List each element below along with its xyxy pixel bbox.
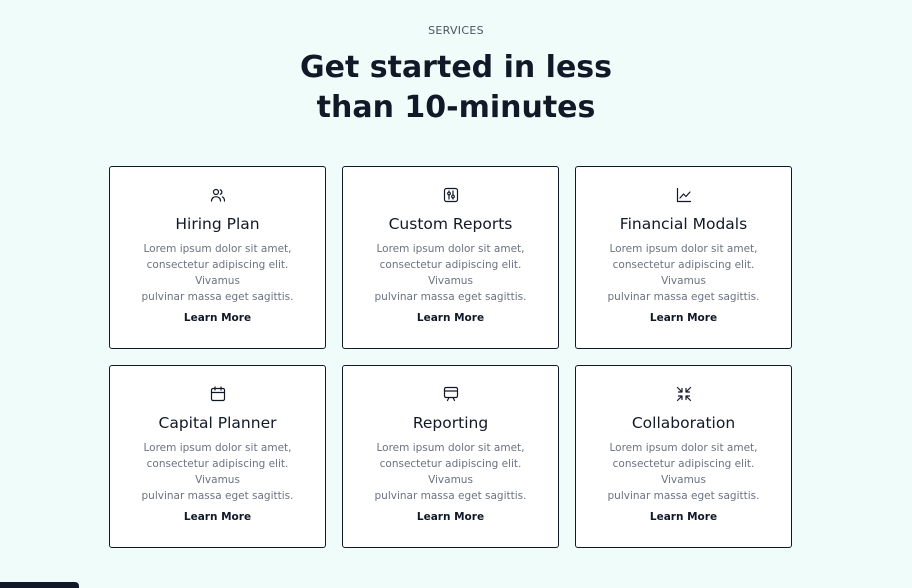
card-description-line: pulvinar massa eget sagittis. (374, 291, 527, 303)
card-title: Collaboration (631, 414, 736, 432)
card-description-line: consectetur adipiscing elit. Vivamus (146, 259, 289, 287)
card-title: Hiring Plan (175, 215, 260, 233)
sliders-icon (343, 187, 558, 203)
learn-more-link[interactable]: Learn More (110, 312, 325, 324)
service-card-hiring-plan: Hiring Plan Lorem ipsum dolor sit amet, … (109, 166, 326, 349)
card-description-line: consectetur adipiscing elit. Vivamus (146, 458, 289, 486)
services-grid: Hiring Plan Lorem ipsum dolor sit amet, … (109, 166, 792, 548)
presentation-icon (343, 386, 558, 402)
card-description-line: Lorem ipsum dolor sit amet, (609, 442, 758, 454)
card-title: Capital Planner (158, 414, 277, 432)
service-card-collaboration: Collaboration Lorem ipsum dolor sit amet… (575, 365, 792, 548)
card-description-line: consectetur adipiscing elit. Vivamus (612, 259, 755, 287)
card-description: Lorem ipsum dolor sit amet, consectetur … (594, 241, 773, 305)
section-title-line-2: than 10-minutes (316, 90, 596, 125)
bottom-toolbar-edge (0, 582, 79, 588)
card-description: Lorem ipsum dolor sit amet, consectetur … (361, 241, 540, 305)
card-description-line: Lorem ipsum dolor sit amet, (143, 442, 292, 454)
section-title: Get started in less than 10-minutes (0, 48, 912, 128)
section-title-line-1: Get started in less (299, 50, 613, 85)
card-description: Lorem ipsum dolor sit amet, consectetur … (594, 440, 773, 504)
service-card-reporting: Reporting Lorem ipsum dolor sit amet, co… (342, 365, 559, 548)
card-description-line: consectetur adipiscing elit. Vivamus (612, 458, 755, 486)
card-description-line: pulvinar massa eget sagittis. (141, 490, 294, 502)
card-description-line: pulvinar massa eget sagittis. (374, 490, 527, 502)
card-description-line: consectetur adipiscing elit. Vivamus (379, 259, 522, 287)
shrink-icon (576, 386, 791, 402)
card-title: Reporting (412, 414, 489, 432)
calendar-icon (110, 386, 325, 402)
card-description-line: Lorem ipsum dolor sit amet, (376, 442, 525, 454)
card-description-line: Lorem ipsum dolor sit amet, (609, 243, 758, 255)
learn-more-link[interactable]: Learn More (343, 312, 558, 324)
card-description-line: Lorem ipsum dolor sit amet, (143, 243, 292, 255)
card-title: Custom Reports (388, 215, 513, 233)
section-eyebrow: SERVICES (428, 24, 484, 37)
card-description: Lorem ipsum dolor sit amet, consectetur … (128, 241, 307, 305)
service-card-financial-modals: Financial Modals Lorem ipsum dolor sit a… (575, 166, 792, 349)
card-description-line: consectetur adipiscing elit. Vivamus (379, 458, 522, 486)
card-description-line: pulvinar massa eget sagittis. (607, 291, 760, 303)
service-card-custom-reports: Custom Reports Lorem ipsum dolor sit ame… (342, 166, 559, 349)
service-card-capital-planner: Capital Planner Lorem ipsum dolor sit am… (109, 365, 326, 548)
learn-more-link[interactable]: Learn More (576, 312, 791, 324)
learn-more-link[interactable]: Learn More (576, 511, 791, 523)
line-chart-icon (576, 187, 791, 203)
card-description: Lorem ipsum dolor sit amet, consectetur … (361, 440, 540, 504)
card-title: Financial Modals (619, 215, 748, 233)
learn-more-link[interactable]: Learn More (343, 511, 558, 523)
learn-more-link[interactable]: Learn More (110, 511, 325, 523)
users-icon (110, 187, 325, 203)
card-description-line: pulvinar massa eget sagittis. (607, 490, 760, 502)
card-description-line: pulvinar massa eget sagittis. (141, 291, 294, 303)
card-description-line: Lorem ipsum dolor sit amet, (376, 243, 525, 255)
card-description: Lorem ipsum dolor sit amet, consectetur … (128, 440, 307, 504)
